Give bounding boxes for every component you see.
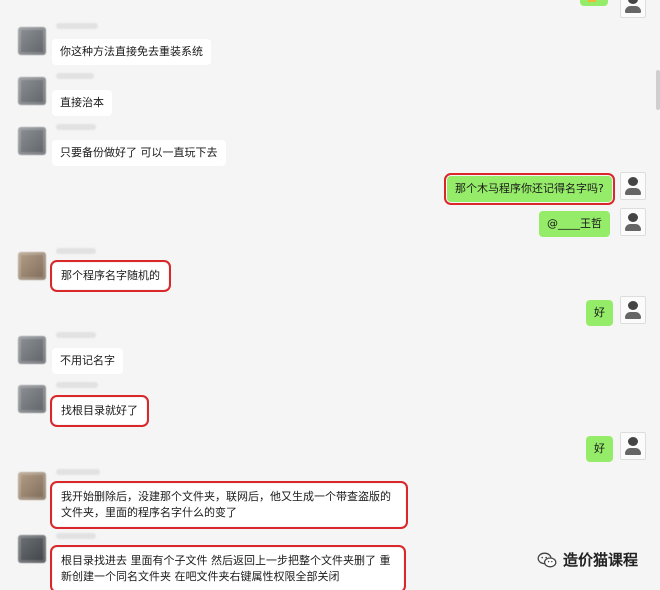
contact-name-blurred <box>56 23 98 29</box>
contact-avatar[interactable] <box>18 336 46 364</box>
received-message[interactable]: 你这种方法直接免去重装系统 <box>52 39 211 65</box>
contact-name-blurred <box>56 382 98 388</box>
sent-message[interactable]: 好 <box>586 300 613 326</box>
contact-name-blurred <box>56 469 100 475</box>
my-avatar[interactable] <box>620 432 646 460</box>
partial-sent-bubble[interactable] <box>580 0 608 6</box>
contact-name-blurred <box>56 533 96 539</box>
scrollbar[interactable] <box>656 70 660 110</box>
contact-avatar[interactable] <box>18 77 46 105</box>
contact-avatar[interactable] <box>18 127 46 155</box>
received-message[interactable]: 根目录找进去 里面有个子文件 然后返回上一步把整个文件夹删了 重新创建一个同名文… <box>50 545 406 590</box>
contact-name-blurred <box>56 124 96 130</box>
sent-message[interactable]: 那个木马程序你还记得名字吗? <box>444 173 615 205</box>
received-message[interactable]: 只要备份做好了 可以一直玩下去 <box>52 140 226 166</box>
watermark: 造价猫课程 <box>537 549 638 570</box>
received-message[interactable]: 直接治本 <box>52 90 112 116</box>
sent-message[interactable]: @____王哲 <box>539 211 610 237</box>
contact-avatar[interactable] <box>18 27 46 55</box>
watermark-text: 造价猫课程 <box>562 551 638 569</box>
contact-avatar[interactable] <box>18 472 46 500</box>
contact-name-blurred <box>56 73 94 79</box>
contact-name-blurred <box>56 248 96 254</box>
my-avatar[interactable] <box>620 172 646 200</box>
my-avatar[interactable] <box>620 296 646 324</box>
contact-name-blurred <box>56 332 96 338</box>
received-message[interactable]: 我开始删除后，没建那个文件夹，联网后，他又生成一个带查盗版的文件夹，里面的程序名… <box>50 481 408 529</box>
contact-avatar[interactable] <box>18 252 46 280</box>
wechat-icon <box>537 552 557 567</box>
contact-avatar[interactable] <box>18 535 46 563</box>
received-message[interactable]: 那个程序名字随机的 <box>50 260 171 292</box>
received-message[interactable]: 不用记名字 <box>52 348 123 374</box>
contact-avatar[interactable] <box>18 385 46 413</box>
my-avatar[interactable] <box>620 0 646 18</box>
sent-message[interactable]: 好 <box>586 436 613 462</box>
received-message[interactable]: 找根目录就好了 <box>50 395 149 427</box>
my-avatar[interactable] <box>620 208 646 236</box>
